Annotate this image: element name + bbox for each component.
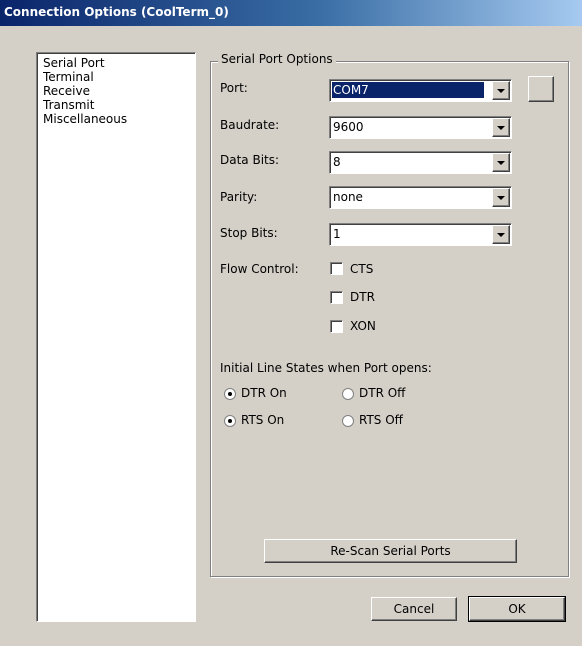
data-bits-dropdown-button[interactable] (492, 153, 510, 172)
group-title: Serial Port Options (218, 52, 336, 66)
parity-select[interactable]: none (329, 186, 512, 209)
stop-bits-label: Stop Bits: (220, 226, 278, 240)
baudrate-label: Baudrate: (220, 118, 280, 132)
stop-bits-dropdown-button[interactable] (492, 225, 510, 244)
rts-on-label: RTS On (241, 413, 285, 427)
flow-control-label: Flow Control: (220, 262, 299, 276)
chevron-down-icon (497, 233, 505, 237)
xon-checkbox[interactable] (330, 320, 343, 333)
xon-label: XON (350, 319, 376, 333)
parity-label: Parity: (220, 190, 258, 204)
baudrate-select[interactable]: 9600 (329, 116, 512, 139)
port-value: COM7 (332, 82, 484, 98)
port-info-button[interactable] (528, 76, 554, 102)
stop-bits-select[interactable]: 1 (329, 223, 512, 246)
cts-label: CTS (350, 262, 374, 276)
sidebar-item-serial-port[interactable]: Serial Port (37, 56, 193, 70)
chevron-down-icon (497, 161, 505, 165)
chevron-down-icon (497, 89, 505, 93)
port-dropdown-button[interactable] (492, 81, 510, 100)
sidebar-item-miscellaneous[interactable]: Miscellaneous (43, 112, 127, 126)
dtr-off-radio[interactable] (342, 388, 354, 400)
cts-checkbox[interactable] (330, 262, 343, 275)
connection-options-dialog: Connection Options (CoolTerm_0) Serial P… (0, 0, 582, 646)
initial-line-states-label: Initial Line States when Port opens: (220, 361, 432, 375)
baudrate-value: 9600 (333, 120, 364, 134)
chevron-down-icon (497, 196, 505, 200)
parity-dropdown-button[interactable] (492, 188, 510, 207)
data-bits-select[interactable]: 8 (329, 151, 512, 174)
dtr-label: DTR (350, 290, 375, 304)
cancel-button[interactable]: Cancel (371, 597, 457, 621)
port-label: Port: (220, 81, 248, 95)
baudrate-dropdown-button[interactable] (492, 118, 510, 137)
rts-off-label: RTS Off (359, 413, 403, 427)
sidebar-item-transmit[interactable]: Transmit (43, 98, 94, 112)
parity-value: none (333, 190, 363, 204)
sidebar-item-terminal[interactable]: Terminal (43, 70, 94, 84)
stop-bits-value: 1 (333, 227, 341, 241)
dtr-off-label: DTR Off (359, 386, 406, 400)
chevron-down-icon (497, 126, 505, 130)
dtr-checkbox[interactable] (330, 291, 343, 304)
sidebar-item-receive[interactable]: Receive (43, 84, 90, 98)
rescan-serial-ports-button[interactable]: Re-Scan Serial Ports (264, 539, 517, 563)
data-bits-value: 8 (333, 155, 341, 169)
ok-button[interactable]: OK (468, 596, 566, 622)
dtr-on-label: DTR On (241, 386, 287, 400)
rts-on-radio[interactable] (224, 415, 236, 427)
port-select[interactable]: COM7 (329, 79, 512, 102)
rts-off-radio[interactable] (342, 415, 354, 427)
window-title: Connection Options (CoolTerm_0) (4, 5, 229, 19)
dtr-on-radio[interactable] (224, 388, 236, 400)
options-category-list[interactable]: Serial Port Terminal Receive Transmit Mi… (36, 52, 196, 622)
title-bar[interactable]: Connection Options (CoolTerm_0) (0, 0, 582, 26)
data-bits-label: Data Bits: (220, 153, 280, 167)
